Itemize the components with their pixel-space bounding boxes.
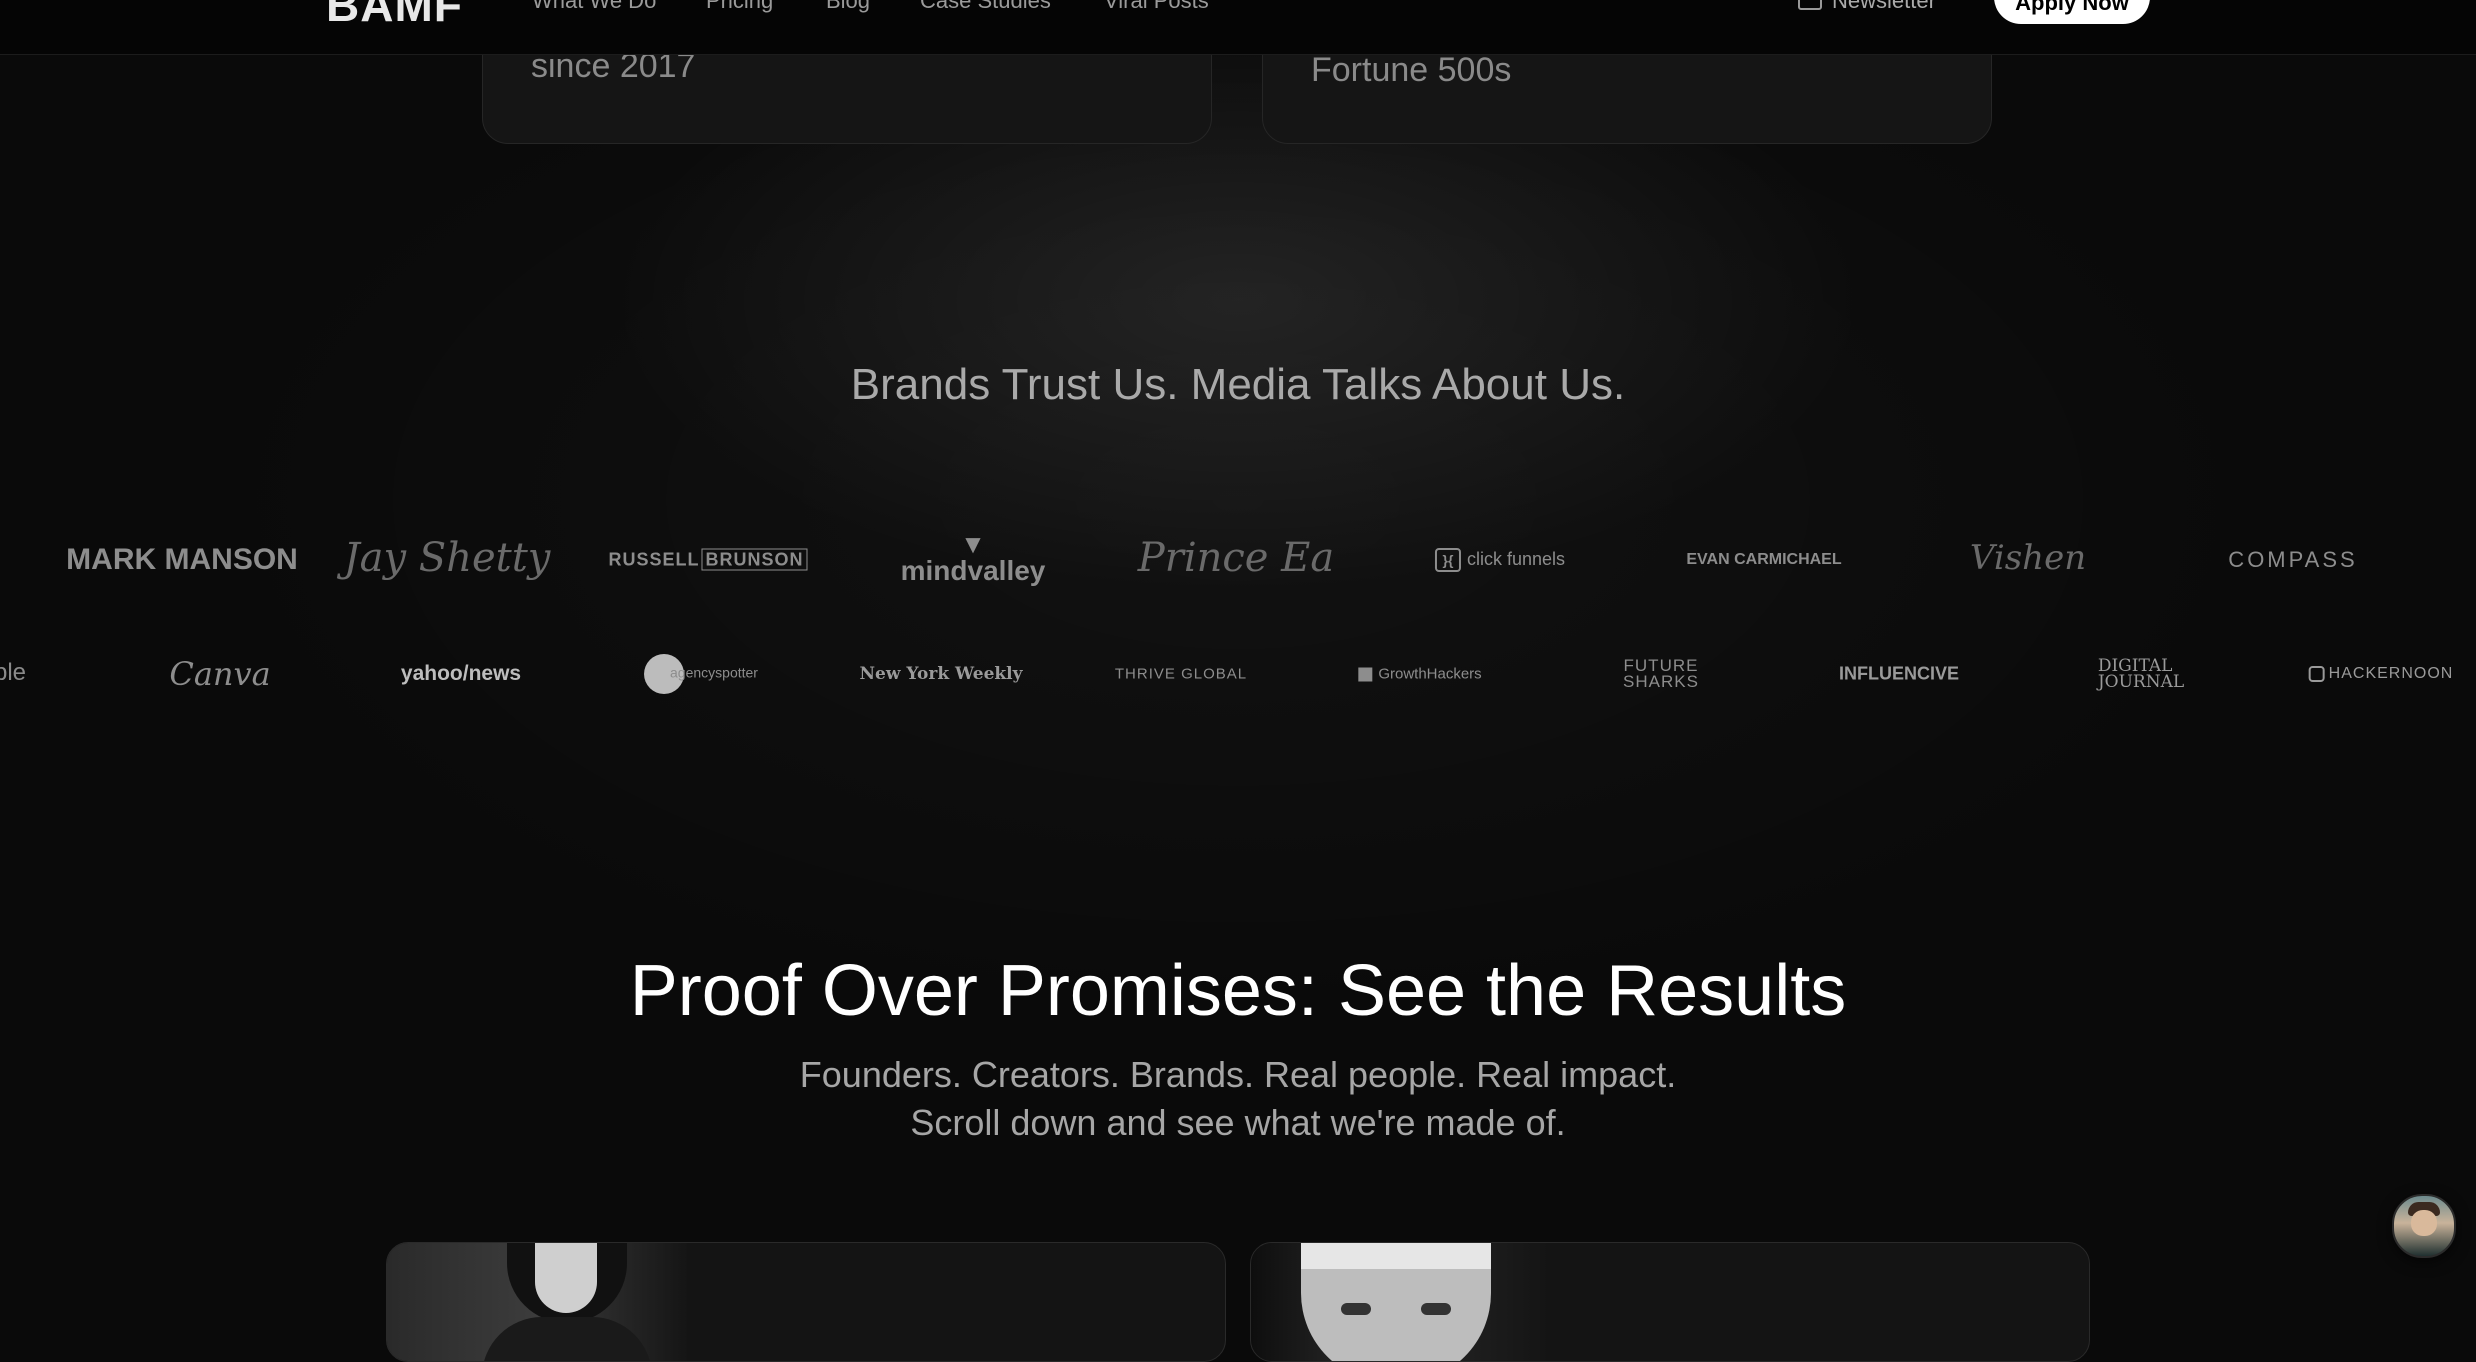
logo-thrive-global: THRIVE GLOBAL [1114,665,1248,683]
logo-new-york-weekly: New York Weekly [859,664,1023,684]
apply-now-button[interactable]: Apply Now [1994,0,2150,24]
nav-case-studies[interactable]: Case Studies [920,0,1051,14]
testimonial-photo [1251,1243,1551,1361]
logo-jay-shetty: Jay Shetty [343,535,551,581]
nav-what-we-do[interactable]: What We Do [532,0,656,14]
testimonial-card[interactable] [386,1242,1226,1362]
logo-clickfunnels: }{click funnels [1434,548,1566,572]
logo-compass: COMPASS [2228,547,2358,572]
avatar-chat-icon[interactable] [2392,1194,2456,1258]
hexagon-icon [2308,665,2325,682]
logo-russell-brunson: RUSSELL BRUNSON [608,548,808,571]
logo-text-line2: SHARKS [1623,672,1699,691]
logo-future-sharks: FUTURE SHARKS [1623,657,1699,691]
logo-text: mindvalley [900,555,1046,586]
logo-partial: ple [0,659,27,686]
logo-prince-ea: Prince Ea [1137,535,1335,581]
photo-body [482,1317,652,1361]
logo-agency-spotter: agencyspotter [644,654,758,694]
logo-text-line2: JOURNAL [2097,672,2185,692]
newsletter-link[interactable]: Newsletter [1832,0,1936,14]
logo-evan-carmichael: EVAN CARMICHAEL [1686,551,1842,568]
logo-text: click funnels [1466,548,1566,569]
top-navigation: BAMF What We Do Pricing Blog Case Studie… [0,0,2476,55]
logo-digital-journal: DIGITAL JOURNAL [2097,658,2185,692]
photo-face [535,1243,597,1313]
testimonial-card[interactable] [1250,1242,2090,1362]
results-title: Proof Over Promises: See the Results [629,951,1847,1031]
logo-text-boxed: BRUNSON [701,548,808,571]
results-subtitle-line2: Scroll down and see what we're made of. [910,1102,1566,1143]
logo-mark-manson: MARK MANSON [66,543,298,576]
avatar-face [2411,1210,2437,1236]
wings-icon: ▼ [960,529,986,559]
logo-yahoo-news: yahoo/news [400,662,522,685]
mail-icon [1798,0,1822,10]
nav-viral-posts[interactable]: Viral Posts [1104,0,1209,14]
brand-logo[interactable]: BAMF [326,0,463,32]
photo-eye [1421,1303,1451,1315]
logo-text: GrowthHackers [1378,665,1482,683]
photo-hair [1301,1243,1491,1269]
logo-text: RUSSELL [608,549,700,570]
logo-hackernoon: HACKERNOON [2308,665,2454,683]
results-subtitle-line1: Founders. Creators. Brands. Real people.… [799,1054,1677,1095]
photo-eye [1341,1303,1371,1315]
trust-heading: Brands Trust Us. Media Talks About Us. [850,360,1626,409]
nav-pricing[interactable]: Pricing [706,0,773,14]
clickfunnels-icon: }{ [1434,548,1461,572]
stat-line-bottom: Fortune 500s [1311,51,1512,89]
logo-text: agencyspotter [670,664,758,681]
logo-growthhackers: GrowthHackers [1358,665,1482,683]
logo-canva: Canva [169,655,271,693]
logo-vishen: Vishen [1969,538,2087,578]
square-icon [1358,667,1373,682]
testimonial-photo [387,1243,687,1361]
logo-influencive: INFLUENCIVE [1838,663,1960,684]
nav-blog[interactable]: Blog [826,0,870,14]
logo-text: HACKERNOON [2328,665,2454,682]
logo-mindvalley: ▼ mindvalley [900,529,1046,587]
